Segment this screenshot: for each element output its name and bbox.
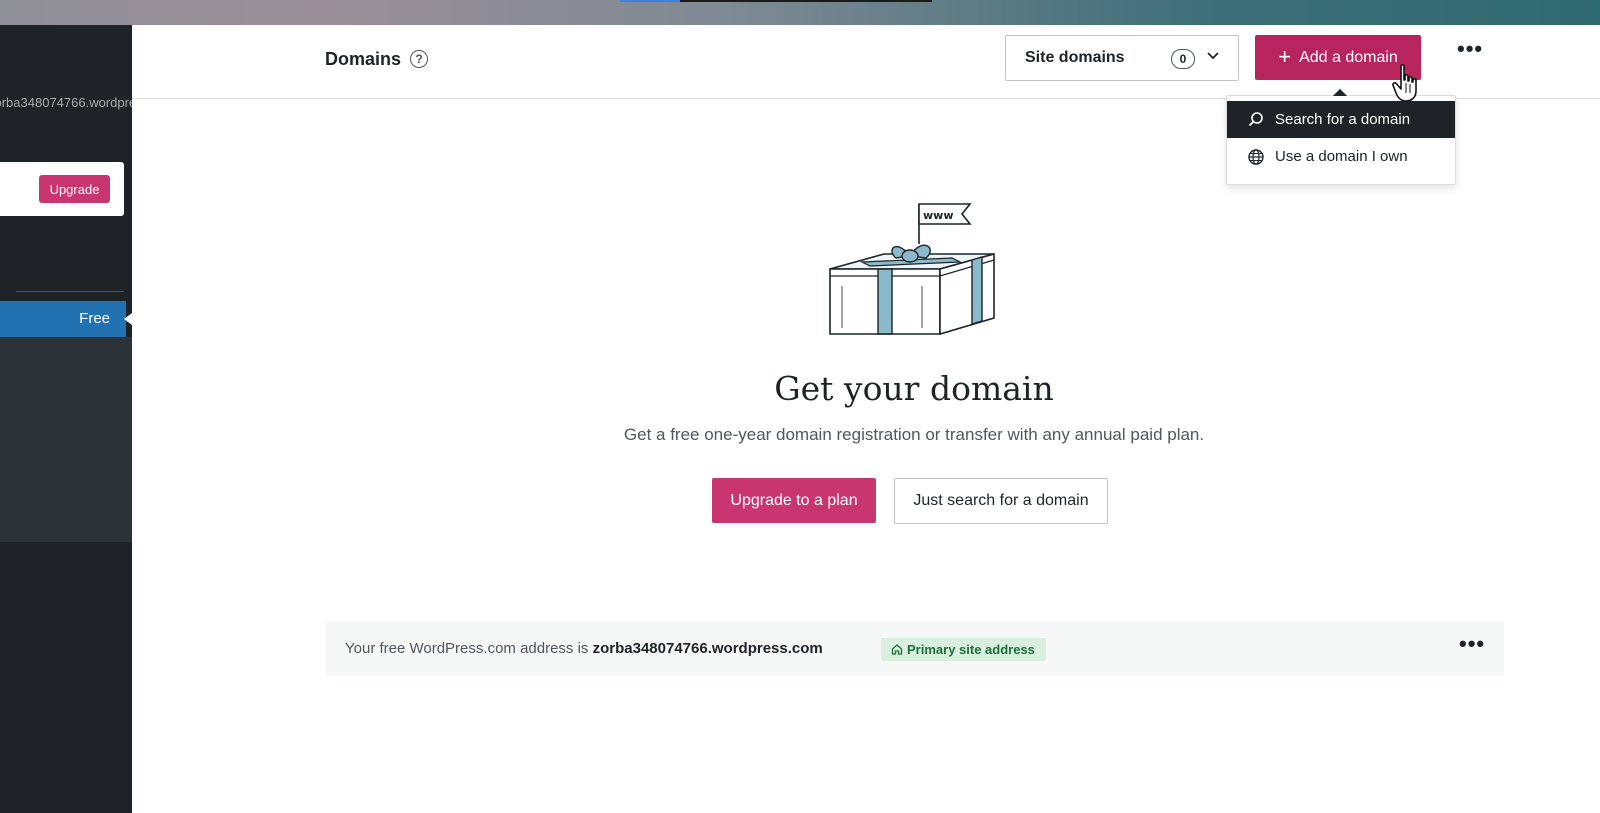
browser-tab-bar [680,0,932,2]
sidebar-upgrade-button[interactable]: Upgrade [39,175,110,203]
free-address-prefix: Your free WordPress.com address is [345,640,593,657]
site-domains-count-badge: 0 [1171,49,1195,69]
home-icon [891,644,903,655]
hero-subtitle: Get a free one-year domain registration … [623,425,1205,444]
gift-box-illustration: www [829,203,995,336]
globe-icon [1248,149,1264,165]
menu-item-search-domain-label: Search for a domain [1275,111,1411,128]
site-domains-select[interactable]: Site domains 0 [1005,35,1239,81]
add-domain-menu: Search for a domain Use a domain I own [1226,88,1456,185]
page-header: Domains ? Site domains 0 + Add a domain … [132,25,1600,99]
sidebar-item-plan-label: Free [79,310,110,327]
address-more-options-icon[interactable]: ••• [1459,633,1487,658]
page-title: Domains [325,49,402,69]
hand-cursor-icon [1392,64,1417,102]
menu-item-use-own-domain[interactable]: Use a domain I own [1227,138,1455,175]
site-domains-label: Site domains [1025,49,1125,66]
just-search-domain-button[interactable]: Just search for a domain [894,478,1108,524]
sidebar-site-url-text: zorba348074766.wordpress.com [0,95,132,110]
hero-title: Get your domain [774,369,1054,408]
chevron-down-icon [1207,52,1219,60]
free-address-domain: zorba348074766.wordpress.com [592,640,823,657]
sidebar: zorba348074766.wordpress.com Upgrade Fre… [0,25,132,813]
free-address-text: Your free WordPress.com address is zorba… [345,640,823,657]
sidebar-divider [16,291,124,292]
more-options-icon[interactable]: ••• [1457,38,1485,63]
plus-icon: + [1278,43,1292,69]
help-icon[interactable]: ? [410,50,428,68]
menu-item-search-domain[interactable]: Search for a domain [1227,101,1455,138]
sidebar-item-plan[interactable]: Free [0,301,132,337]
add-domain-label: Add a domain [1299,48,1398,66]
primary-site-address-label: Primary site address [907,642,1035,657]
upgrade-to-plan-button[interactable]: Upgrade to a plan [712,478,876,523]
menu-item-use-own-domain-label: Use a domain I own [1275,148,1408,165]
search-icon [1248,112,1263,127]
browser-top-strip [0,0,1600,25]
browser-tab-indicator [620,0,680,2]
primary-site-address-badge: Primary site address [881,638,1046,661]
illustration-www-text: www [923,209,954,222]
sidebar-site-url[interactable]: zorba348074766.wordpress.com [0,95,132,115]
sidebar-upgrade-card: Upgrade [0,162,124,216]
free-address-row: Your free WordPress.com address is zorba… [326,622,1504,676]
